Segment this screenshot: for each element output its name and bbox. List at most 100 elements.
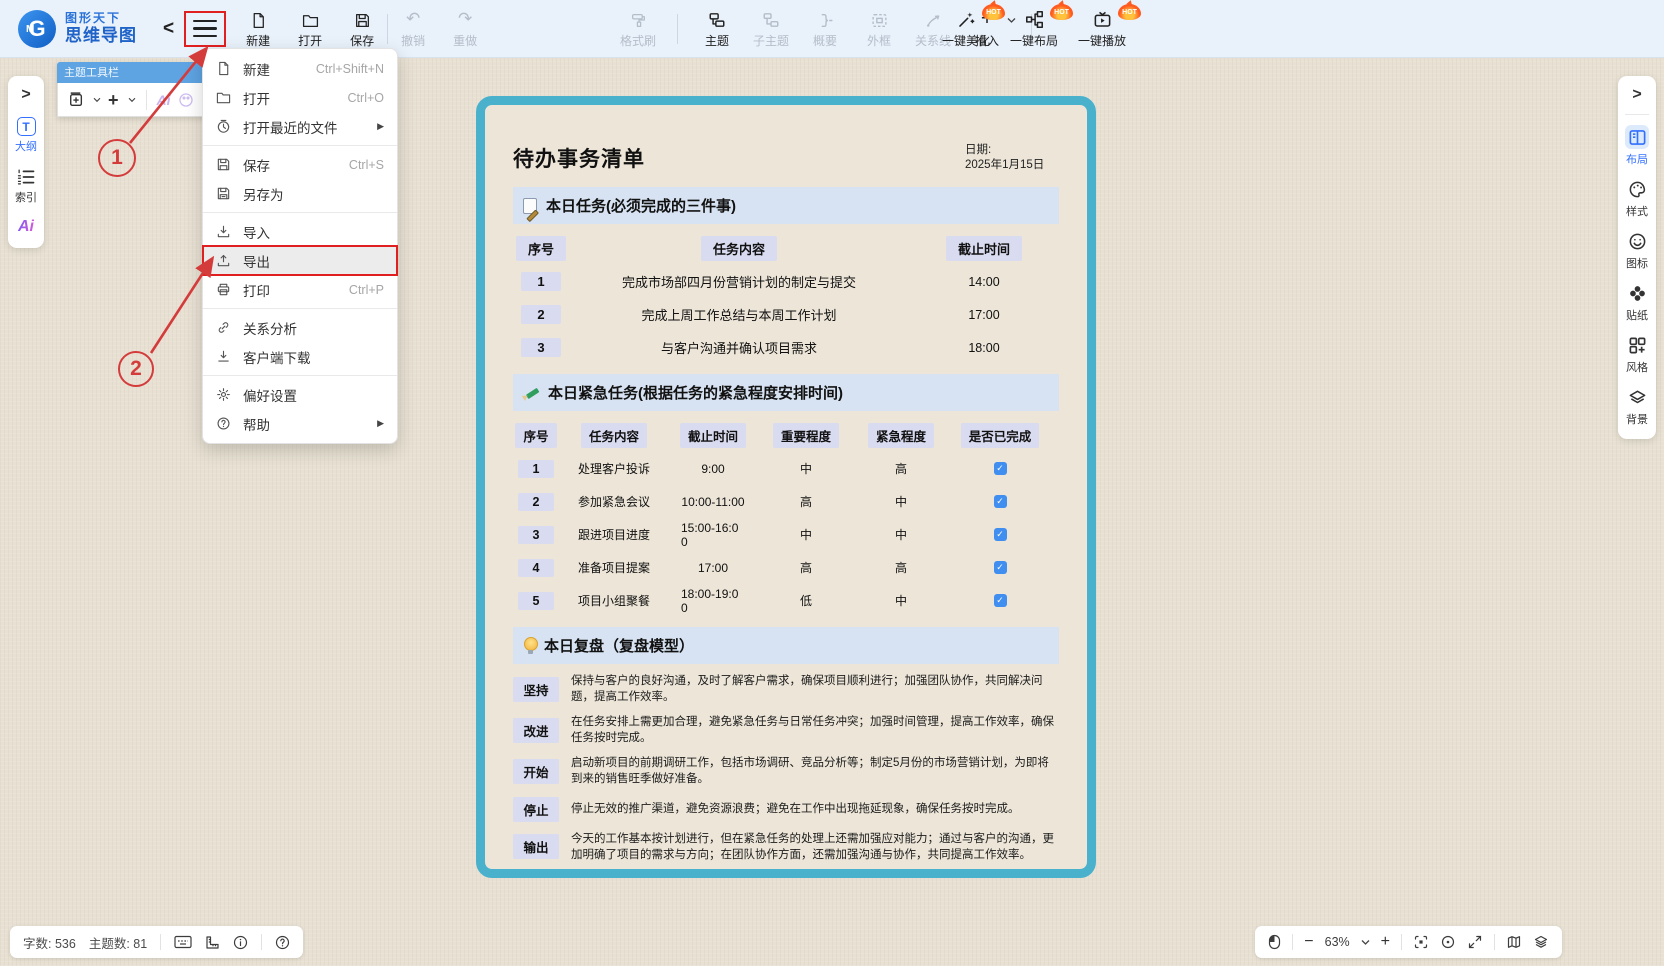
sidebar-item-theme-style[interactable]: 风格 xyxy=(1625,333,1649,375)
topic-count: 主题数: 81 xyxy=(89,933,147,952)
review-label-cell: 开始 xyxy=(513,759,559,784)
status-bar-right: − 63% + xyxy=(1255,926,1562,958)
row-number-cell: 3 xyxy=(518,526,554,544)
menu-item-folder[interactable]: 打开Ctrl+O xyxy=(203,83,397,112)
topic-icon xyxy=(708,9,726,29)
fit-to-screen-icon[interactable] xyxy=(1413,934,1429,950)
hot-badge: HOT xyxy=(1118,4,1141,20)
sidebar-item-layout[interactable]: 布局 xyxy=(1625,125,1649,167)
table-row: 4准备项目提案17:00高高✓ xyxy=(513,551,1059,584)
one-click-layout-button[interactable]: 一键布局 HOT xyxy=(1010,9,1058,49)
done-checkbox[interactable]: ✓ xyxy=(994,528,1007,541)
fullscreen-icon[interactable] xyxy=(1467,934,1483,950)
review-row: 改进在任务安排上需更加合理，避免紧急任务与日常任务冲突；加强时间管理，提高工作效… xyxy=(513,714,1059,746)
one-click-beautify-button[interactable]: 一键美化 HOT xyxy=(942,9,990,49)
review-row: 坚持保持与客户的良好沟通，及时了解客户需求，确保项目顺利进行；加强团队协作，共同… xyxy=(513,673,1059,705)
table-row: 2参加紧急会议10:00-11:00高中✓ xyxy=(513,485,1059,518)
menu-item-file[interactable]: 新建Ctrl+Shift+N xyxy=(203,54,397,83)
info-icon[interactable] xyxy=(233,935,248,950)
sidebar-item-stickers[interactable]: 贴纸 xyxy=(1625,281,1649,323)
zoom-dropdown-chevron[interactable] xyxy=(1361,939,1370,946)
menu-item-import[interactable]: 导入 xyxy=(203,217,397,246)
menu-item-shortcut: Ctrl+S xyxy=(349,158,384,172)
zoom-level: 63% xyxy=(1325,935,1350,949)
ai-button[interactable]: Ai xyxy=(157,92,171,108)
menu-item-print[interactable]: 打印Ctrl+P xyxy=(203,275,397,304)
hot-badge: HOT xyxy=(1050,4,1073,20)
menu-item-save-as[interactable]: 另存为 xyxy=(203,179,397,208)
task-content-cell: 处理客户投诉 xyxy=(578,460,650,477)
summary-button: 概要 xyxy=(805,9,845,49)
done-checkbox[interactable]: ✓ xyxy=(994,561,1007,574)
sidebar-item-ai[interactable]: Ai xyxy=(18,218,34,236)
hot-badge: HOT xyxy=(982,4,1005,20)
task-content-cell: 完成上周工作总结与本周工作计划 xyxy=(641,305,836,324)
menu-item-label: 导出 xyxy=(243,251,384,271)
menu-item-save[interactable]: 保存Ctrl+S xyxy=(203,150,397,179)
map-overview-icon[interactable] xyxy=(1506,934,1522,950)
menu-item-export[interactable]: 导出 xyxy=(203,246,397,275)
done-checkbox[interactable]: ✓ xyxy=(994,594,1007,607)
expand-left-panel-chevron[interactable]: > xyxy=(21,86,30,104)
done-checkbox[interactable]: ✓ xyxy=(994,495,1007,508)
hamburger-menu-button[interactable] xyxy=(193,20,217,38)
layout-icon xyxy=(1625,125,1649,149)
task-content-cell: 项目小组聚餐 xyxy=(578,592,650,609)
palette-icon[interactable] xyxy=(178,92,194,108)
chevron-down-icon[interactable] xyxy=(93,97,101,103)
sidebar-item-icons[interactable]: 图标 xyxy=(1625,229,1649,271)
deadline-cell: 14:00 xyxy=(968,275,999,289)
menu-divider xyxy=(203,375,397,376)
document-title: 待办事务清单 xyxy=(513,143,645,173)
layers-icon[interactable] xyxy=(1533,934,1549,950)
ruler-icon[interactable] xyxy=(205,935,220,950)
add-topic-button[interactable]: + xyxy=(108,91,119,109)
topic-button[interactable]: 主题 xyxy=(697,9,737,49)
folder-icon xyxy=(216,90,232,105)
mouse-mode-icon[interactable] xyxy=(1268,934,1281,950)
sidebar-item-outline[interactable]: T 大纲 xyxy=(15,117,37,154)
mindmap-document-card[interactable]: 待办事务清单 日期: 2025年1月15日 本日任务(必须完成的三件事) 序号 … xyxy=(476,96,1096,878)
review-row: 开始启动新项目的前期调研工作，包括市场调研、竞品分析等；制定5月份的市场营销计划… xyxy=(513,755,1059,787)
redo-icon: ↷ xyxy=(458,9,472,29)
new-file-button[interactable]: 新建 xyxy=(238,9,278,49)
sidebar-item-background[interactable]: 背景 xyxy=(1625,385,1649,427)
sidebar-item-index[interactable]: 索引 xyxy=(15,167,37,205)
menu-item-clock[interactable]: 打开最近的文件▶ xyxy=(203,112,397,141)
chevron-down-icon[interactable] xyxy=(128,97,136,103)
menu-item-link[interactable]: 关系分析 xyxy=(203,313,397,342)
menu-item-help[interactable]: 帮助▶ xyxy=(203,409,397,438)
task-content-cell: 完成市场部四月份营销计划的制定与提交 xyxy=(622,272,856,291)
help-icon[interactable] xyxy=(275,935,290,950)
relation-line-icon xyxy=(925,9,942,29)
open-file-button[interactable]: 打开 xyxy=(290,9,330,49)
table-row: 3与客户沟通并确认项目需求18:00 xyxy=(513,331,1059,364)
menu-item-download[interactable]: 客户端下载 xyxy=(203,342,397,371)
sidebar-item-style[interactable]: 样式 xyxy=(1625,177,1649,219)
one-click-play-button[interactable]: 一键播放 HOT xyxy=(1078,9,1126,49)
center-view-icon[interactable] xyxy=(1440,934,1456,950)
deadline-cell: 18:00-19:00 xyxy=(681,587,745,615)
clone-topic-button[interactable] xyxy=(67,91,84,108)
subtopic-button: 子主题 xyxy=(751,9,791,49)
menu-item-shortcut: Ctrl+Shift+N xyxy=(316,62,384,76)
play-tv-icon xyxy=(1093,9,1112,29)
frame-icon xyxy=(871,9,888,29)
collapse-right-panel-chevron[interactable]: > xyxy=(1632,86,1641,104)
save-file-button[interactable]: 保存 xyxy=(342,9,382,49)
keyboard-shortcuts-icon[interactable] xyxy=(174,935,192,949)
undo-button: ↶ 撤销 xyxy=(393,9,433,49)
zoom-in-button[interactable]: + xyxy=(1381,934,1390,950)
left-sidebar: > T 大纲 索引 Ai xyxy=(8,76,44,248)
collapse-toolbar-chevron[interactable]: < xyxy=(163,18,174,40)
file-icon xyxy=(250,9,267,29)
menu-item-gear[interactable]: 偏好设置 xyxy=(203,380,397,409)
annotation-red-box-menu xyxy=(184,11,226,47)
zoom-out-button[interactable]: − xyxy=(1304,934,1313,950)
summary-icon xyxy=(817,9,834,29)
done-checkbox[interactable]: ✓ xyxy=(994,462,1007,475)
menu-item-label: 打开最近的文件 xyxy=(243,117,377,137)
app-logo: GM 图形天下 思维导图 xyxy=(18,10,137,48)
review-label-cell: 改进 xyxy=(513,718,559,743)
word-count: 字数: 536 xyxy=(23,933,76,952)
